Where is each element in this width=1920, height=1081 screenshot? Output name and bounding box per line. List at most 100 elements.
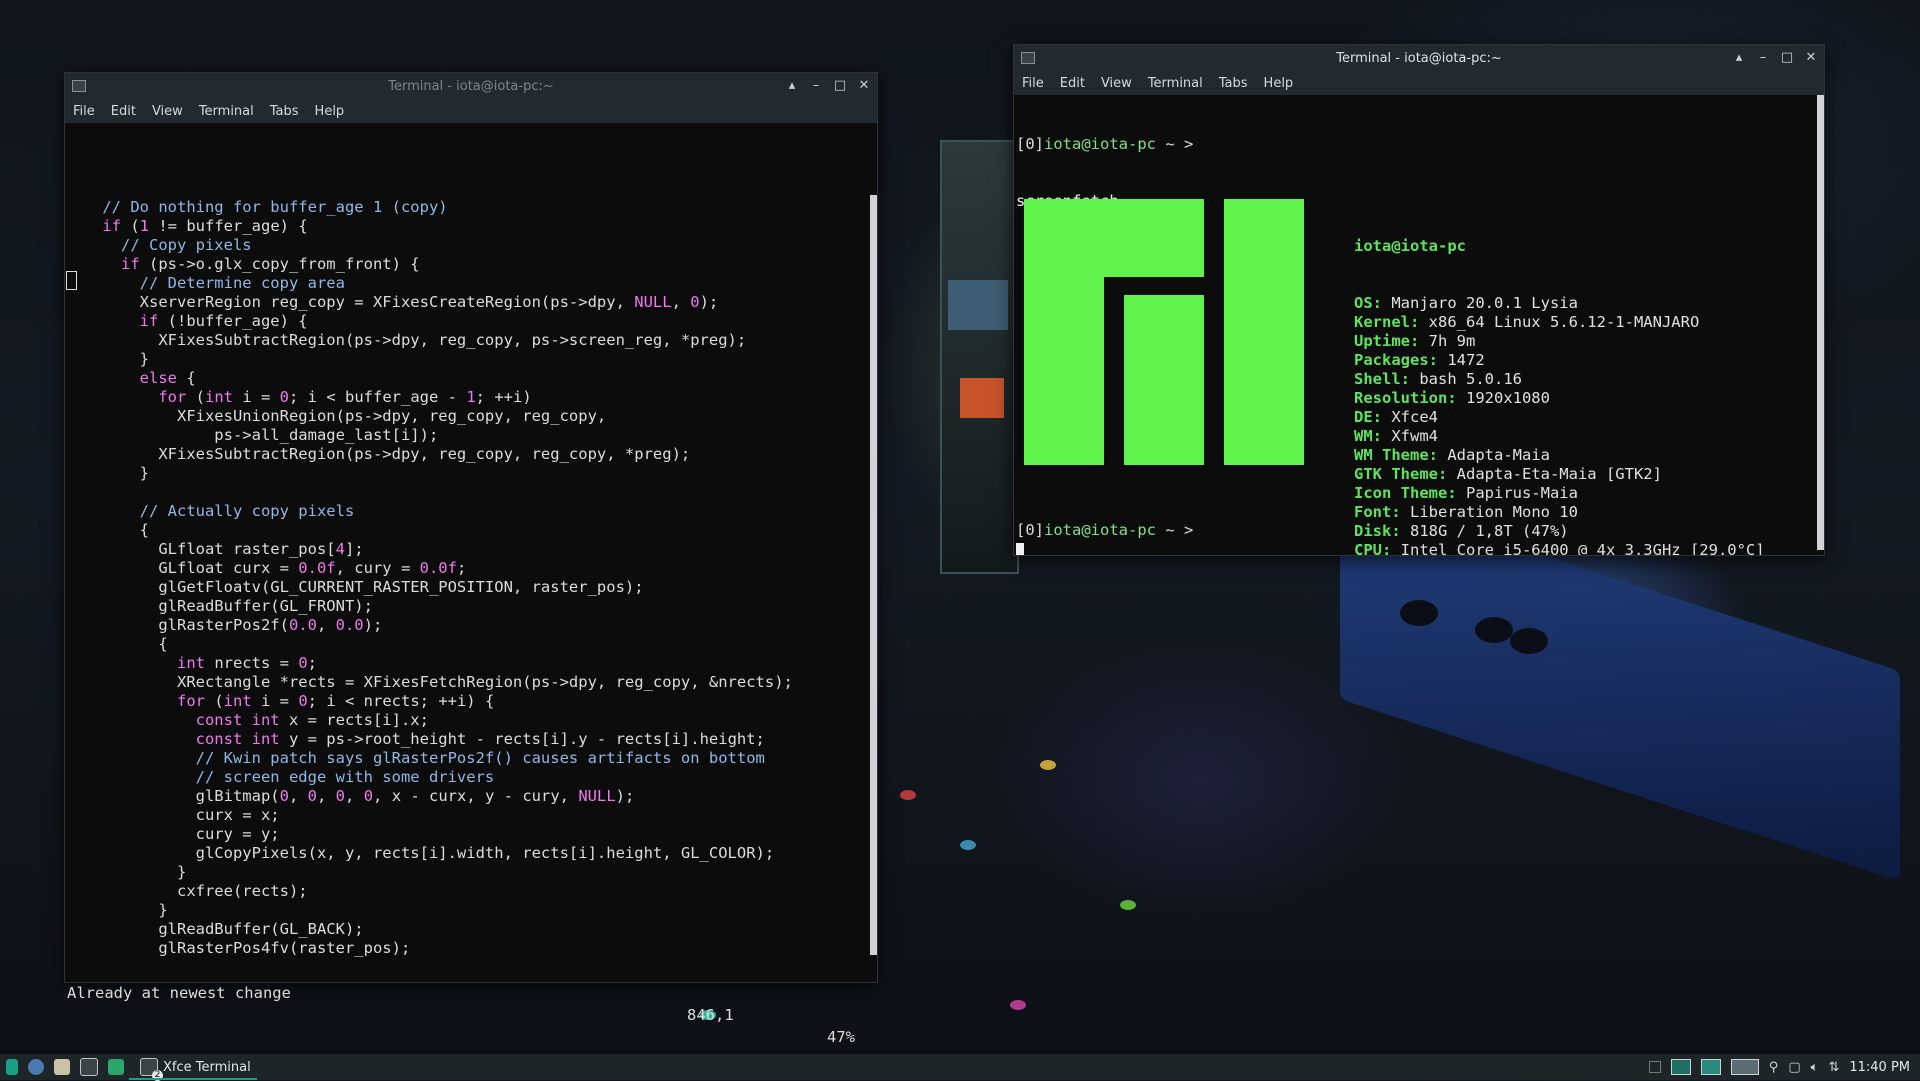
- code-token: // Actually copy pixels: [65, 502, 355, 520]
- taskbar-task-terminal[interactable]: 2 Xfce Terminal: [129, 1054, 257, 1081]
- code-token: 0: [279, 787, 289, 805]
- menu-edit[interactable]: Edit: [1052, 76, 1093, 91]
- code-token: if: [65, 312, 159, 330]
- workspace-2-icon[interactable]: [1700, 1059, 1721, 1075]
- clipboard-icon[interactable]: ⚲: [1769, 1060, 1779, 1075]
- menu-tabs[interactable]: Tabs: [1211, 76, 1256, 91]
- code-token: glReadBuffer(GL_FRONT);: [65, 597, 373, 615]
- info-row: CPU: Intel Core i5-6400 @ 4x 3.3GHz [29.…: [1354, 541, 1765, 555]
- clock[interactable]: 11:40 PM: [1849, 1060, 1910, 1075]
- code-token: // Kwin patch says glRasterPos2f() cause…: [65, 749, 765, 767]
- menu-help[interactable]: Help: [1256, 76, 1302, 91]
- code-line: XRectangle *rects = XFixesFetchRegion(ps…: [65, 673, 877, 692]
- code-token: x = rects[i].x;: [279, 711, 429, 729]
- text-cursor: [66, 271, 77, 290]
- maximize-icon[interactable]: □: [833, 79, 847, 93]
- menu-file[interactable]: File: [65, 104, 103, 119]
- info-key: Font:: [1354, 503, 1401, 521]
- code-token: ; i < buffer_age -: [289, 388, 467, 406]
- left-terminal-window[interactable]: Terminal - iota@iota-pc:~ ▴ – □ ✕ File E…: [64, 72, 878, 1046]
- info-value: Intel Core i5-6400 @ 4x 3.3GHz [29.0°C]: [1391, 541, 1765, 555]
- window-title: Terminal - iota@iota-pc:~: [1336, 50, 1502, 66]
- background-floor-dot: [1010, 1000, 1026, 1010]
- shade-icon[interactable]: ▴: [785, 79, 799, 93]
- code-line: glReadBuffer(GL_FRONT);: [65, 597, 877, 616]
- code-line: for (int i = 0; i < buffer_age - 1; ++i): [65, 388, 877, 407]
- code-line: XFixesUnionRegion(ps->dpy, reg_copy, reg…: [65, 407, 877, 426]
- code-token: cxfree(rects);: [65, 882, 308, 900]
- screenshot-icon[interactable]: ▢: [1788, 1060, 1800, 1075]
- scrollbar[interactable]: [1817, 95, 1824, 550]
- terminal-output[interactable]: [0]iota@iota-pc ~ > screenfetch iota@iot…: [1014, 95, 1824, 555]
- code-line: curx = x;: [65, 806, 877, 825]
- code-token: i =: [233, 388, 280, 406]
- close-icon[interactable]: ✕: [1804, 51, 1818, 65]
- image-viewer-icon[interactable]: [108, 1059, 124, 1075]
- menu-terminal[interactable]: Terminal: [191, 104, 262, 119]
- code-token: 0.0: [335, 616, 364, 634]
- terminal-launcher-icon[interactable]: [80, 1058, 98, 1076]
- info-key: Disk:: [1354, 522, 1401, 540]
- menu-terminal[interactable]: Terminal: [1140, 76, 1211, 91]
- whisker-menu-icon[interactable]: [6, 1059, 18, 1075]
- file-manager-icon[interactable]: [54, 1059, 70, 1075]
- code-token: (!buffer_age) {: [158, 312, 308, 330]
- code-token: 0: [307, 787, 317, 805]
- right-terminal-menubar: File Edit View Terminal Tabs Help: [1014, 71, 1824, 95]
- code-token: (: [204, 692, 224, 710]
- prompt-prefix: [0]: [1016, 521, 1044, 539]
- left-terminal-titlebar[interactable]: Terminal - iota@iota-pc:~ ▴ – □ ✕: [65, 73, 877, 99]
- scrollbar[interactable]: [870, 195, 877, 955]
- close-icon[interactable]: ✕: [857, 79, 871, 93]
- menu-edit[interactable]: Edit: [103, 104, 144, 119]
- code-line: glRasterPos2f(0.0, 0.0);: [65, 616, 877, 635]
- info-value: Adapta-Maia: [1438, 446, 1550, 464]
- code-token: 4: [335, 540, 345, 558]
- info-value: 818G / 1,8T (47%): [1400, 522, 1569, 540]
- network-icon[interactable]: ⇅: [1828, 1060, 1839, 1075]
- code-token: NULL: [634, 293, 672, 311]
- prompt-user: iota@iota-pc: [1044, 135, 1156, 153]
- shade-icon[interactable]: ▴: [1732, 51, 1746, 65]
- code-line: // Determine copy area: [65, 274, 877, 293]
- code-token: );: [615, 787, 635, 805]
- code-token: != buffer_age) {: [149, 217, 308, 235]
- right-terminal-window[interactable]: Terminal - iota@iota-pc:~ ▴ – □ ✕ File E…: [1013, 44, 1825, 556]
- menu-file[interactable]: File: [1014, 76, 1052, 91]
- prompt-path: ~ >: [1155, 135, 1203, 153]
- code-line: const int y = ps->root_height - rects[i]…: [65, 730, 877, 749]
- code-line: for (int i = 0; i < nrects; ++i) {: [65, 692, 877, 711]
- code-token: ,: [317, 787, 336, 805]
- notification-area-icon[interactable]: [1648, 1061, 1661, 1073]
- code-token: ;: [307, 654, 317, 672]
- vim-editor-area[interactable]: // Do nothing for buffer_age 1 (copy) if…: [65, 123, 877, 978]
- minimize-icon[interactable]: –: [1756, 51, 1770, 65]
- scroll-percent: 47%: [827, 1028, 855, 1046]
- code-token: y = ps->root_height - rects[i].y - rects…: [279, 730, 765, 748]
- code-token: for: [65, 388, 187, 406]
- info-key: Uptime:: [1354, 332, 1420, 350]
- menu-tabs[interactable]: Tabs: [262, 104, 307, 119]
- info-key: Kernel:: [1354, 313, 1420, 331]
- code-token: }: [65, 464, 149, 482]
- menu-view[interactable]: View: [1093, 76, 1140, 91]
- volume-icon[interactable]: 🔈︎: [1811, 1060, 1819, 1075]
- info-value: x86_64 Linux 5.6.12-1-MANJARO: [1419, 313, 1700, 331]
- code-token: 0.0f: [298, 559, 336, 577]
- workspace-3-icon[interactable]: [1730, 1059, 1759, 1075]
- code-token: XFixesSubtractRegion(ps->dpy, reg_copy, …: [65, 331, 747, 349]
- minimize-icon[interactable]: –: [809, 79, 823, 93]
- right-terminal-titlebar[interactable]: Terminal - iota@iota-pc:~ ▴ – □ ✕: [1014, 45, 1824, 71]
- code-token: 0: [690, 293, 700, 311]
- code-line: }: [65, 350, 877, 369]
- menu-help[interactable]: Help: [307, 104, 353, 119]
- background-floor-dot: [1120, 900, 1136, 910]
- menu-view[interactable]: View: [144, 104, 191, 119]
- info-value: 7h 9m: [1419, 332, 1476, 350]
- code-line: }: [65, 901, 877, 920]
- workspace-1-icon[interactable]: [1670, 1059, 1691, 1075]
- maximize-icon[interactable]: □: [1780, 51, 1794, 65]
- browser-icon[interactable]: [28, 1059, 44, 1075]
- info-value: Manjaro 20.0.1 Lysia: [1382, 294, 1578, 312]
